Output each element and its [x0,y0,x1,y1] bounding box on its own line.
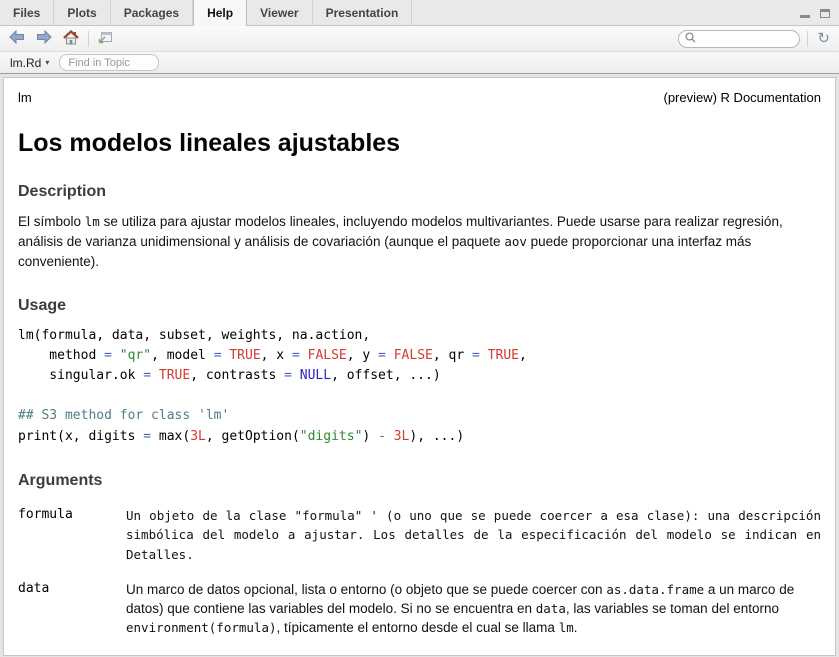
arguments-heading: Arguments [18,472,821,490]
usage-code-line: ## S3 method for class 'lm' [18,406,821,426]
pane-tab-packages[interactable]: Packages [111,0,193,26]
pane-tab-help[interactable]: Help [193,0,247,26]
inline-code: lm [559,620,574,635]
search-icon [685,30,696,48]
argument-description: Un marco de datos opcional, lista o ento… [126,580,821,637]
usage-code-line: lm(formula, data, subset, weights, na.ac… [18,326,821,346]
tabbar-spacer [412,0,798,26]
toolbar-separator [807,31,808,47]
find-in-topic-input[interactable] [59,54,159,71]
description-heading: Description [18,183,821,201]
doc-topic-name: lm [18,90,32,105]
show-in-new-window-button[interactable] [96,29,115,49]
pane-tab-viewer[interactable]: Viewer [247,0,312,26]
refresh-button[interactable]: ↻ [815,29,832,48]
inline-code: "formula" [295,508,363,523]
back-button[interactable] [7,28,27,49]
doc-meta-right: (preview) R Documentation [663,90,821,105]
inline-code: lm [85,214,100,229]
usage-code-line: print(x, digits = max(3L, getOption("dig… [18,427,821,447]
argument-description: Un objeto de la clase "formula" ' (o uno… [126,506,821,564]
inline-code: environment(formula) [126,620,277,635]
inline-code: Detalles [126,547,186,562]
topic-dropdown-label: lm.Rd [10,56,41,70]
usage-heading: Usage [18,297,821,315]
help-search-box [678,30,800,48]
usage-code-line: singular.ok = TRUE, contrasts = NULL, of… [18,366,821,386]
inline-code: as.data.frame [606,582,704,597]
pane-tab-plots[interactable]: Plots [54,0,110,26]
pane-window-controls [798,0,839,26]
help-toolbar: ↻ [0,26,839,52]
forward-button[interactable] [34,28,54,49]
usage-code-line [18,386,821,406]
usage-code-block: lm(formula, data, subset, weights, na.ac… [18,326,821,447]
minimize-pane-icon[interactable] [798,7,811,20]
maximize-pane-icon[interactable] [818,7,831,20]
pane-tab-files[interactable]: Files [0,0,54,26]
doc-header: lm (preview) R Documentation [18,90,821,105]
home-button[interactable] [61,28,81,50]
help-document: lm (preview) R Documentation Los modelos… [3,77,836,656]
argument-name: formula [18,506,122,564]
home-icon [63,30,79,48]
inline-code: aov [504,234,527,249]
page-title: Los modelos lineales ajustables [18,129,821,158]
description-paragraph: El símbolo lm se utiliza para ajustar mo… [18,212,821,272]
inline-code: data [536,601,566,616]
forward-arrow-icon [36,30,52,47]
refresh-icon: ↻ [817,31,830,46]
toolbar-separator [88,31,89,47]
chevron-down-icon: ▾ [45,58,49,67]
popout-window-icon [98,31,113,47]
usage-code-line: method = "qr", model = TRUE, x = FALSE, … [18,346,821,366]
back-arrow-icon [9,30,25,47]
topic-dropdown[interactable]: lm.Rd ▾ [10,56,49,70]
argument-description: Un vector opcional que especifica un sub… [126,653,821,656]
argument-name: data [18,580,122,637]
help-search-input[interactable] [700,33,793,45]
arguments-table: formulaUn objeto de la clase "formula" '… [18,506,821,656]
rstudio-help-pane: FilesPlotsPackagesHelpViewerPresentation [0,0,839,657]
pane-tabs: FilesPlotsPackagesHelpViewerPresentation [0,0,412,26]
help-subbar: lm.Rd ▾ [0,52,839,74]
argument-name: subset [18,653,122,656]
pane-tab-presentation[interactable]: Presentation [313,0,413,26]
pane-tabbar: FilesPlotsPackagesHelpViewerPresentation [0,0,839,26]
